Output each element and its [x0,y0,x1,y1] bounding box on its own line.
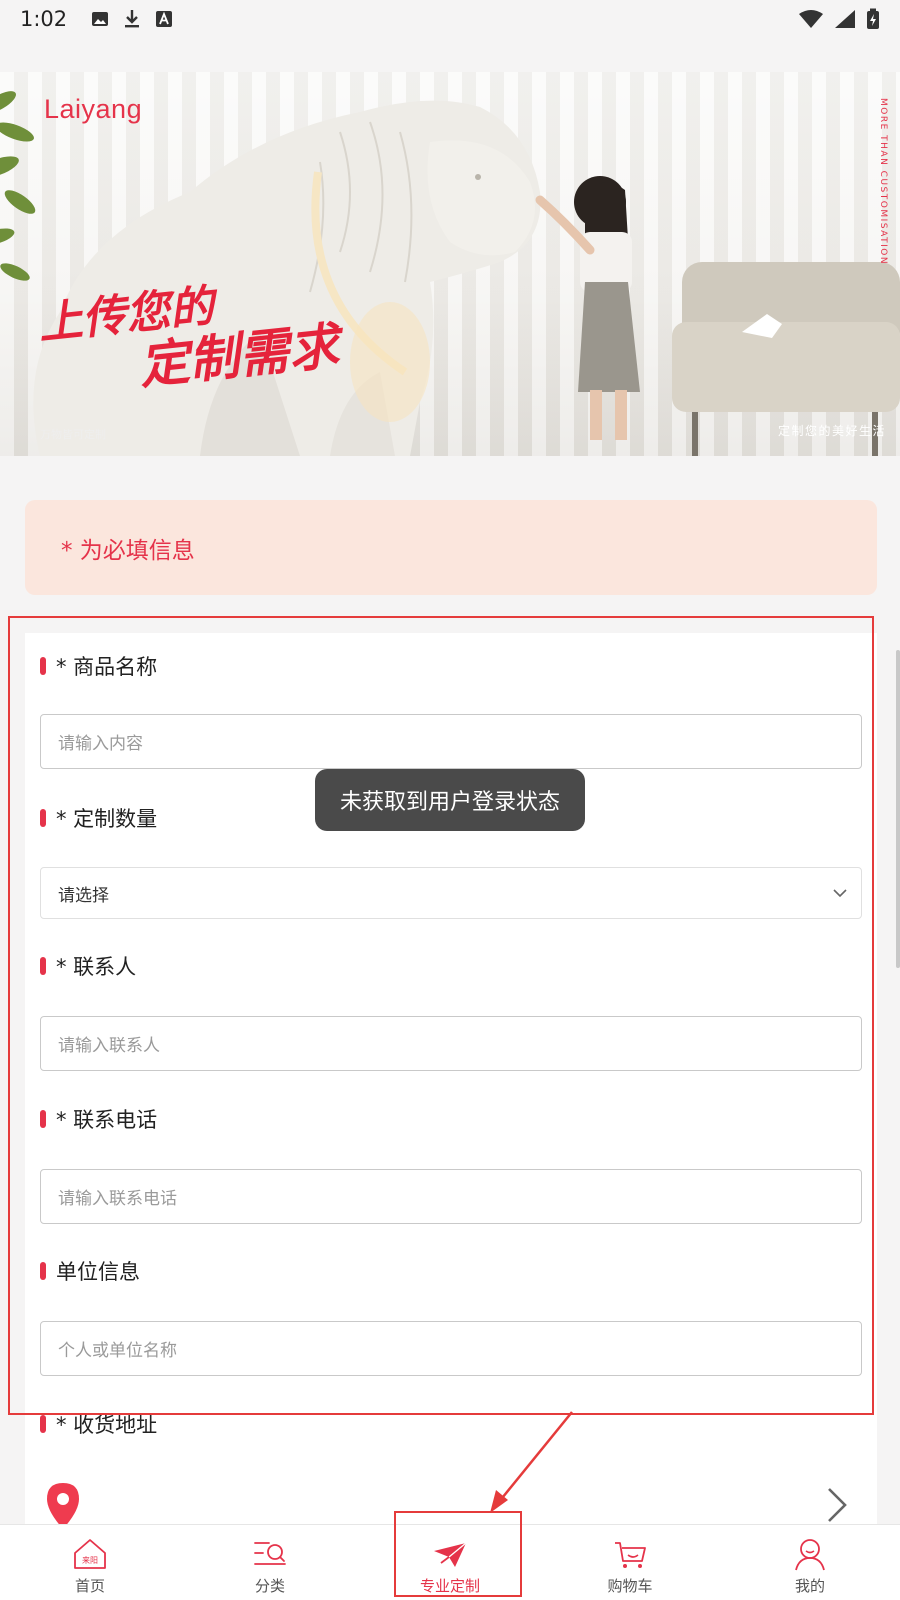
user-icon [795,1539,825,1571]
field-label-phone: * 联系电话 [40,1104,157,1134]
toast-text: 未获取到用户登录状态 [339,790,560,815]
scrollbar[interactable] [896,650,900,968]
banner-caption-left: 万物皆可定制 [40,428,106,441]
signal-icon [835,10,855,28]
input-placeholder: 请输入内容 [58,734,143,754]
custom-order-form: * 商品名称 请输入内容 * 定制数量 请选择 * 联系人 请输入联系人 * 联… [25,633,877,1533]
toast-message: 未获取到用户登录状态 [315,769,585,831]
status-time: 1:02 [20,7,68,31]
cart-icon [615,1542,646,1568]
label-text: * 联系电话 [56,1108,158,1132]
bottom-tab-bar: 来阳 首页 分类 专业定制 购物车 我的 [0,1524,900,1600]
product-name-input[interactable]: 请输入内容 [40,714,862,769]
brand-logo: Laiyang [44,94,143,124]
label-marker [40,1415,46,1433]
contact-phone-input[interactable]: 请输入联系电话 [40,1169,862,1224]
tab-custom[interactable]: 专业定制 [360,1525,540,1600]
child-figure [535,176,640,440]
contact-name-input[interactable]: 请输入联系人 [40,1016,862,1071]
wifi-icon [799,10,823,28]
chevron-down-icon [833,889,847,898]
required-notice: * 为必填信息 [25,500,877,595]
svg-text:来阳: 来阳 [82,1556,98,1565]
tab-home[interactable]: 来阳 首页 [0,1525,180,1600]
field-label-organization: 单位信息 [40,1256,140,1286]
category-search-icon [254,1542,286,1565]
tab-label: 专业定制 [419,1577,480,1595]
label-text: * 联系人 [56,955,137,979]
label-marker [40,1262,46,1280]
quantity-select[interactable]: 请选择 [40,867,862,919]
select-placeholder: 请选择 [58,885,109,906]
banner-image[interactable]: Laiyang MORE THAN CUSTOMISATION 上传您的 定制需… [0,72,900,456]
home-icon: 来阳 [74,1539,106,1569]
tab-label: 首页 [74,1577,105,1595]
required-notice-text: * 为必填信息 [61,537,195,564]
tab-cart[interactable]: 购物车 [540,1525,720,1600]
label-text: * 收货地址 [56,1413,158,1437]
input-placeholder: 请输入联系人 [58,1036,160,1056]
label-text: 单位信息 [56,1260,140,1284]
tab-profile[interactable]: 我的 [720,1525,900,1600]
status-icons-right [798,8,880,30]
label-marker [40,957,46,975]
chevron-right-icon[interactable] [825,1485,851,1525]
paper-plane-icon [434,1542,467,1567]
status-bar: 1:02 [0,0,900,38]
label-marker [40,1110,46,1128]
banner-side-text: MORE THAN CUSTOMISATION [878,98,888,266]
text-a-icon [156,11,173,27]
field-label-product-name: * 商品名称 [40,651,157,681]
input-placeholder: 请输入联系电话 [58,1189,177,1209]
image-icon [92,12,109,26]
tab-label: 购物车 [607,1577,653,1595]
tab-label: 我的 [794,1577,825,1595]
field-label-quantity: * 定制数量 [40,803,157,833]
screen: 1:02 Laiyang MORE THAN CUSTOMISATION 上传您… [0,0,900,1600]
label-text: * 定制数量 [56,807,158,831]
field-label-address: * 收货地址 [40,1409,157,1439]
label-marker [40,809,46,827]
label-text: * 商品名称 [56,655,158,679]
battery-charging-icon [867,8,879,29]
label-marker [40,657,46,675]
banner-caption-right: 定制您的美好生活 [777,424,886,438]
organization-input[interactable]: 个人或单位名称 [40,1321,862,1376]
field-label-contact: * 联系人 [40,951,136,981]
status-icons-left [91,9,173,29]
input-placeholder: 个人或单位名称 [58,1341,177,1361]
tab-category[interactable]: 分类 [180,1525,360,1600]
tab-label: 分类 [254,1577,285,1595]
download-icon [125,10,140,28]
